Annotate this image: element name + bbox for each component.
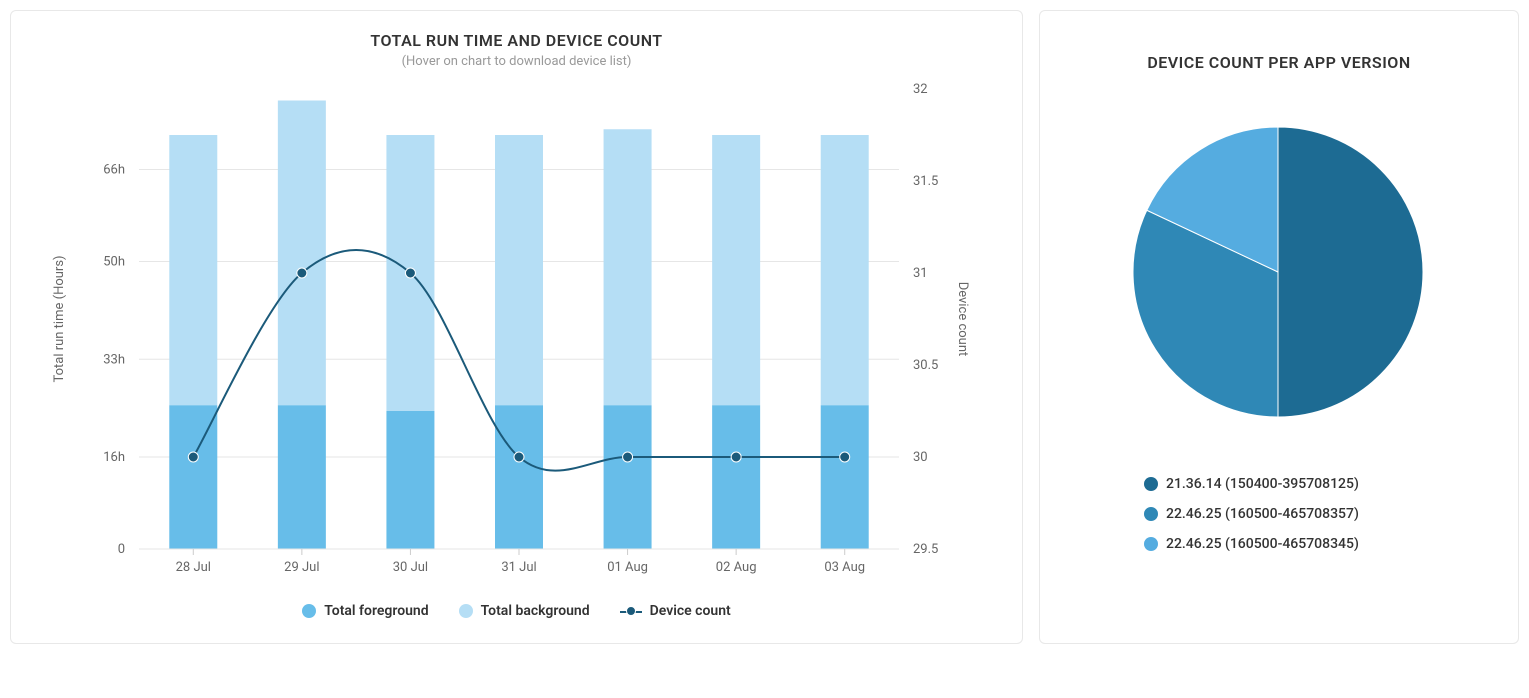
svg-text:16h: 16h: [103, 450, 125, 465]
pie-legend-item[interactable]: 22.46.25 (160500-465708345): [1144, 536, 1359, 552]
svg-text:66h: 66h: [103, 163, 125, 178]
swatch-icon: [1144, 477, 1158, 491]
svg-text:30 Jul: 30 Jul: [393, 560, 428, 575]
pie-legend: 21.36.14 (150400-395708125) 22.46.25 (160…: [1068, 476, 1490, 552]
svg-text:30: 30: [913, 450, 928, 465]
pie-legend-item[interactable]: 22.46.25 (160500-465708357): [1144, 506, 1359, 522]
swatch-foreground-icon: [302, 604, 316, 618]
combo-legend: Total foreground Total background Device…: [39, 603, 994, 619]
svg-text:33h: 33h: [103, 352, 125, 367]
svg-text:31 Jul: 31 Jul: [501, 560, 536, 575]
swatch-devicecount-icon: [620, 604, 642, 618]
legend-background[interactable]: Total background: [459, 603, 590, 619]
pie-legend-label: 22.46.25 (160500-465708345): [1166, 536, 1359, 552]
pie-chart[interactable]: [1068, 72, 1488, 452]
svg-text:32: 32: [913, 82, 928, 97]
swatch-icon: [1144, 537, 1158, 551]
chart-subtitle: (Hover on chart to download device list): [39, 54, 994, 69]
svg-text:Device count: Device count: [955, 282, 970, 357]
svg-text:Total run time (Hours): Total run time (Hours): [52, 255, 67, 382]
legend-foreground-label: Total foreground: [324, 603, 428, 619]
pie-title: DEVICE COUNT PER APP VERSION: [1068, 53, 1490, 72]
svg-text:02 Aug: 02 Aug: [716, 560, 757, 575]
swatch-icon: [1144, 507, 1158, 521]
svg-text:0: 0: [118, 542, 125, 557]
legend-foreground[interactable]: Total foreground: [302, 603, 428, 619]
svg-text:30.5: 30.5: [913, 358, 938, 373]
runtime-devicecount-card: TOTAL RUN TIME AND DEVICE COUNT (Hover o…: [10, 10, 1023, 644]
pie-legend-item[interactable]: 21.36.14 (150400-395708125): [1144, 476, 1359, 492]
legend-devicecount[interactable]: Device count: [620, 603, 731, 619]
chart-title: TOTAL RUN TIME AND DEVICE COUNT: [39, 31, 994, 50]
svg-text:29 Jul: 29 Jul: [284, 560, 319, 575]
svg-text:29.5: 29.5: [913, 542, 938, 557]
svg-text:31.5: 31.5: [913, 174, 938, 189]
svg-text:31: 31: [913, 266, 928, 281]
legend-background-label: Total background: [481, 603, 590, 619]
appversion-pie-card: DEVICE COUNT PER APP VERSION 21.36.14 (1…: [1039, 10, 1519, 644]
svg-text:28 Jul: 28 Jul: [176, 560, 211, 575]
combo-chart[interactable]: 0 16h 33h 50h 66h 29.5 30 30.5 31 31.5 32 28 Jul 29 …: [39, 79, 979, 589]
svg-text:01 Aug: 01 Aug: [607, 560, 648, 575]
legend-devicecount-label: Device count: [650, 603, 731, 619]
pie-legend-label: 22.46.25 (160500-465708357): [1166, 506, 1359, 522]
swatch-background-icon: [459, 604, 473, 618]
svg-text:03 Aug: 03 Aug: [824, 560, 865, 575]
svg-text:50h: 50h: [103, 255, 125, 270]
pie-legend-label: 21.36.14 (150400-395708125): [1166, 476, 1359, 492]
